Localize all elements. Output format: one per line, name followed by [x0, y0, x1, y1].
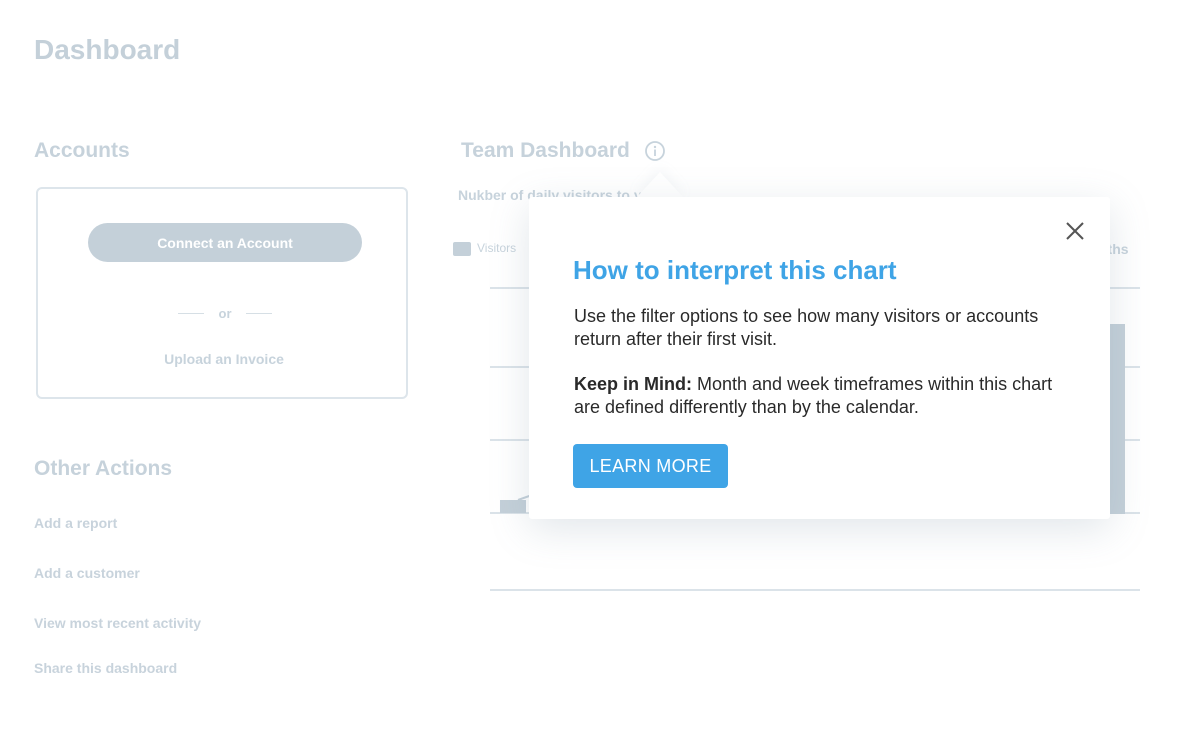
learn-more-button[interactable]: LEARN MORE: [573, 444, 728, 488]
bar-last: [1108, 324, 1125, 514]
popover-note: Keep in Mind: Month and week timeframes …: [574, 373, 1074, 419]
keep-in-mind-label: Keep in Mind:: [574, 374, 692, 394]
popover-text: Use the filter options to see how many v…: [574, 306, 1039, 349]
bar-first: [500, 500, 526, 513]
popover-title: How to interpret this chart: [573, 255, 897, 285]
page: Dashboard Accounts Connect an Account or…: [0, 0, 1201, 740]
chart-help-popover: How to interpret this chart Use the filt…: [529, 197, 1110, 519]
popover-body: Use the filter options to see how many v…: [574, 305, 1074, 441]
close-icon: [1066, 222, 1084, 240]
popover-arrow: [636, 172, 684, 198]
close-popover-button[interactable]: [1063, 219, 1087, 243]
